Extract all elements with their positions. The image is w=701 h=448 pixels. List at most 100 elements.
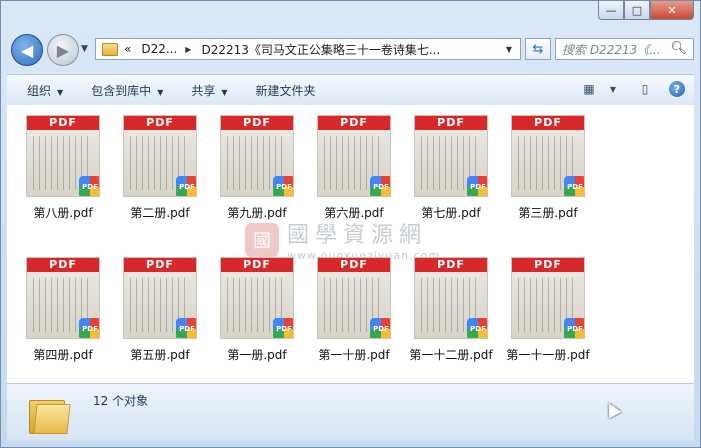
- file-name: 第五册.pdf: [130, 348, 190, 362]
- item-count: 12 个对象: [93, 394, 149, 408]
- file-item[interactable]: PDF PDF 第七册.pdf: [403, 115, 499, 221]
- pdf-banner: PDF: [27, 116, 99, 130]
- refresh-icon: ⇆: [532, 41, 544, 57]
- file-item[interactable]: PDF PDF 第一十二册.pdf: [403, 257, 499, 363]
- file-name: 第一十册.pdf: [318, 348, 390, 362]
- explorer-window: — □ ✕ ◀ ▶ ▼ « D22... ▶ D22213《司马文正公集略三十一…: [0, 0, 701, 448]
- view-options-dropdown[interactable]: ▼: [602, 79, 624, 99]
- file-name: 第八册.pdf: [33, 206, 93, 220]
- organize-menu-button[interactable]: 组织 ▼: [27, 82, 63, 99]
- folder-front-shape: [33, 404, 71, 434]
- file-item[interactable]: PDF PDF 第四册.pdf: [15, 257, 111, 363]
- breadcrumb: « D22... ▶ D22213《司马文正公集略三十一卷诗集七...: [124, 41, 440, 58]
- file-name: 第三册.pdf: [518, 206, 578, 220]
- breadcrumb-item-current[interactable]: D22213《司马文正公集略三十一卷诗集七...: [201, 41, 440, 58]
- file-name: 第九册.pdf: [227, 206, 287, 220]
- search-placeholder: 搜索 D22213《...: [562, 42, 661, 57]
- file-name: 第七册.pdf: [421, 206, 481, 220]
- pdf-thumbnail-icon: PDF PDF: [414, 115, 488, 197]
- folder-icon: [29, 396, 71, 434]
- details-pane: 12 个对象: [7, 383, 694, 441]
- file-name: 第六册.pdf: [324, 206, 384, 220]
- close-button[interactable]: ✕: [650, 1, 694, 20]
- file-name: 第一十一册.pdf: [506, 348, 590, 362]
- pdf-thumbnail-icon: PDF PDF: [317, 257, 391, 339]
- pdf-app-badge-icon: PDF: [564, 176, 584, 196]
- pdf-app-badge-icon: PDF: [176, 176, 196, 196]
- pdf-thumbnail-icon: PDF PDF: [317, 115, 391, 197]
- pdf-banner: PDF: [124, 116, 196, 130]
- back-button[interactable]: ◀: [11, 34, 43, 66]
- file-name: 第二册.pdf: [130, 206, 190, 220]
- watermark: 國 國學資源網 www.guoxueziyuan.com: [245, 217, 440, 262]
- maximize-button[interactable]: □: [624, 1, 650, 20]
- forward-arrow-icon: ▶: [56, 40, 70, 60]
- folder-icon: [102, 42, 118, 56]
- share-menu-button[interactable]: 共享 ▼: [191, 82, 227, 99]
- file-name: 第一十二册.pdf: [409, 348, 493, 362]
- file-item[interactable]: PDF PDF 第一十一册.pdf: [500, 257, 596, 363]
- file-item[interactable]: PDF PDF 第八册.pdf: [15, 115, 111, 221]
- pdf-banner: PDF: [221, 258, 293, 272]
- breadcrumb-overflow-button[interactable]: «: [124, 42, 131, 56]
- pdf-app-badge-icon: PDF: [176, 318, 196, 338]
- search-input[interactable]: 搜索 D22213《... 🔍︎: [555, 38, 694, 60]
- pdf-thumbnail-icon: PDF PDF: [511, 257, 585, 339]
- pdf-app-badge-icon: PDF: [467, 176, 487, 196]
- breadcrumb-item-parent[interactable]: D22...: [141, 42, 177, 56]
- forward-button[interactable]: ▶: [47, 34, 79, 66]
- pdf-banner: PDF: [318, 116, 390, 130]
- file-item[interactable]: PDF PDF 第五册.pdf: [112, 257, 208, 363]
- pdf-thumbnail-icon: PDF PDF: [511, 115, 585, 197]
- pdf-thumbnail-icon: PDF PDF: [220, 257, 294, 339]
- address-dropdown-button[interactable]: ▼: [506, 45, 512, 54]
- pdf-app-badge-icon: PDF: [273, 318, 293, 338]
- pdf-banner: PDF: [221, 116, 293, 130]
- pdf-thumbnail-icon: PDF PDF: [414, 257, 488, 339]
- preview-pane-button[interactable]: ▯: [634, 79, 656, 99]
- pdf-app-badge-icon: PDF: [370, 318, 390, 338]
- file-item[interactable]: PDF PDF 第二册.pdf: [112, 115, 208, 221]
- command-toolbar: 组织 ▼ 包含到库中 ▼ 共享 ▼ 新建文件夹 ▦ ▼ ▯ ?: [7, 74, 694, 106]
- minimize-button[interactable]: —: [598, 1, 624, 20]
- organize-label: 组织: [27, 83, 52, 98]
- file-item[interactable]: PDF PDF 第九册.pdf: [209, 115, 305, 221]
- view-grid-icon: ▦: [583, 82, 595, 96]
- chevron-down-icon: ▼: [57, 87, 64, 97]
- pdf-thumbnail-icon: PDF PDF: [123, 115, 197, 197]
- help-icon: ?: [669, 81, 685, 97]
- file-item[interactable]: PDF PDF 第一十册.pdf: [306, 257, 402, 363]
- change-view-button[interactable]: ▦: [578, 79, 600, 99]
- search-icon[interactable]: 🔍︎: [670, 41, 687, 56]
- pdf-banner: PDF: [318, 258, 390, 272]
- include-label: 包含到库中: [91, 83, 152, 98]
- pdf-app-badge-icon: PDF: [564, 318, 584, 338]
- watermark-seal-logo: 國: [245, 222, 279, 257]
- pdf-banner: PDF: [512, 116, 584, 130]
- file-item[interactable]: PDF PDF 第三册.pdf: [500, 115, 596, 221]
- file-item[interactable]: PDF PDF 第六册.pdf: [306, 115, 402, 221]
- pdf-banner: PDF: [415, 258, 487, 272]
- pdf-thumbnail-icon: PDF PDF: [220, 115, 294, 197]
- history-dropdown-button[interactable]: ▼: [81, 44, 88, 54]
- new-folder-button[interactable]: 新建文件夹: [256, 82, 316, 99]
- file-name: 第四册.pdf: [33, 348, 93, 362]
- navigation-bar: ◀ ▶ ▼ « D22... ▶ D22213《司马文正公集略三十一卷诗集七..…: [7, 34, 694, 68]
- address-bar[interactable]: « D22... ▶ D22213《司马文正公集略三十一卷诗集七... ▼: [95, 38, 521, 60]
- pdf-thumbnail-icon: PDF PDF: [26, 257, 100, 339]
- pdf-app-badge-icon: PDF: [273, 176, 293, 196]
- pdf-banner: PDF: [415, 116, 487, 130]
- pdf-app-badge-icon: PDF: [79, 318, 99, 338]
- share-label: 共享: [191, 83, 216, 98]
- mouse-cursor-icon: [602, 399, 622, 419]
- chevron-down-icon: ▼: [221, 87, 228, 97]
- pdf-app-badge-icon: PDF: [79, 176, 99, 196]
- breadcrumb-separator-icon[interactable]: ▶: [185, 45, 191, 54]
- file-item[interactable]: PDF PDF 第一册.pdf: [209, 257, 305, 363]
- pdf-banner: PDF: [124, 258, 196, 272]
- include-in-library-button[interactable]: 包含到库中 ▼: [91, 82, 163, 99]
- help-button[interactable]: ?: [666, 79, 688, 99]
- chevron-down-icon: ▼: [157, 87, 164, 97]
- refresh-button[interactable]: ⇆: [525, 38, 551, 60]
- file-list: 國 國學資源網 www.guoxueziyuan.com PDF PDF 第八册.p…: [7, 105, 694, 383]
